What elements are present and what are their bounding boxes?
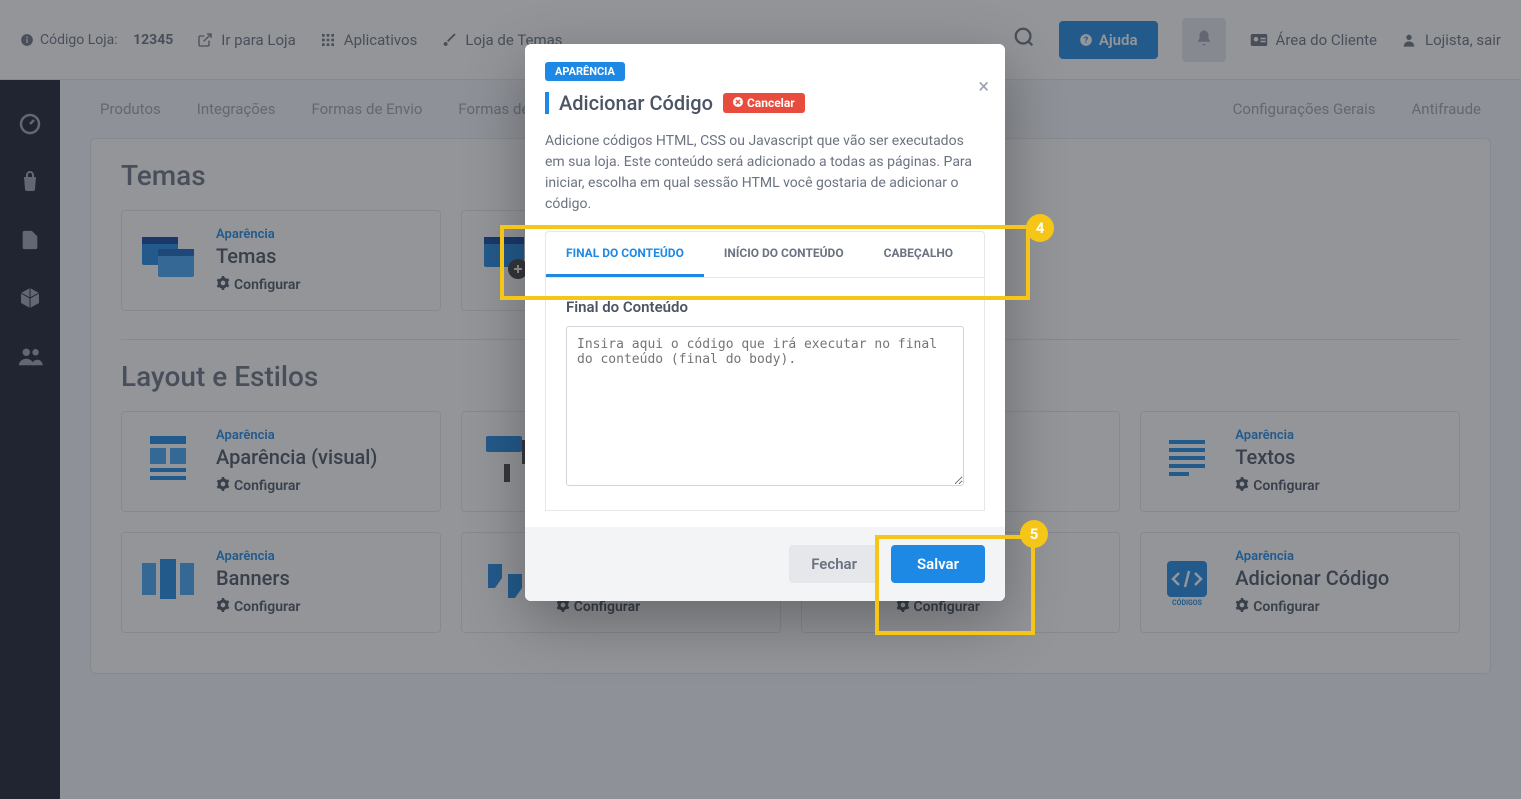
- callout-box-5: [875, 535, 1035, 635]
- cancel-button[interactable]: Cancelar: [723, 93, 805, 113]
- callout-box-4: [500, 225, 1030, 300]
- modal-close-button[interactable]: Fechar: [789, 545, 879, 583]
- title-accent-bar: [545, 92, 549, 114]
- code-textarea[interactable]: [566, 326, 964, 486]
- callout-badge-4: 4: [1026, 214, 1054, 242]
- cancel-x-icon: [733, 96, 743, 110]
- modal-title: Adicionar Código: [559, 91, 713, 115]
- panel-label: Final do Conteúdo: [566, 298, 964, 316]
- add-code-modal: × APARÊNCIA Adicionar Código Cancelar Ad…: [525, 44, 1005, 601]
- callout-badge-5: 5: [1020, 520, 1048, 548]
- modal-description: Adicione códigos HTML, CSS ou Javascript…: [545, 131, 985, 215]
- modal-badge: APARÊNCIA: [545, 62, 625, 81]
- modal-panel: Final do Conteúdo: [545, 278, 985, 511]
- close-icon[interactable]: ×: [978, 74, 989, 98]
